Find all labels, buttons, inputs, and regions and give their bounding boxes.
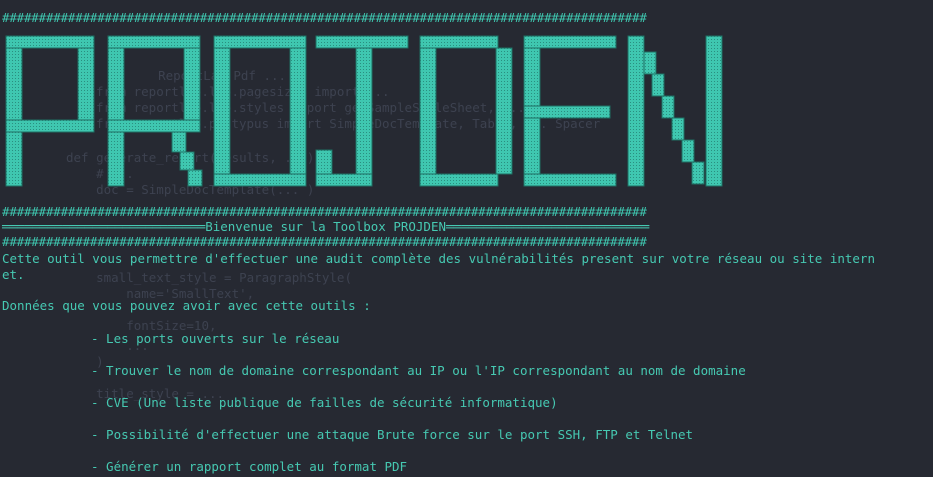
feature-item-brute-force: - Possibilité d'effectuer une attaque Br… bbox=[91, 427, 694, 442]
welcome-banner: ═══════════════════════════Bienvenue sur… bbox=[2, 219, 650, 234]
feature-item-cve: - CVE (Une liste publique de failles de … bbox=[91, 395, 558, 410]
features-heading: Données que vous pouvez avoir avec cette… bbox=[2, 298, 371, 313]
feature-item-open-ports: - Les ports ouverts sur le réseau bbox=[91, 331, 340, 346]
banner-letter-o bbox=[213, 35, 307, 187]
banner-letter-n bbox=[627, 35, 723, 187]
hash-separator-middle: ########################################… bbox=[2, 204, 647, 219]
feature-item-dns-lookup: - Trouver le nom de domaine correspondan… bbox=[91, 363, 746, 378]
terminal-output: ########################################… bbox=[0, 0, 933, 477]
banner-letter-e bbox=[523, 35, 617, 187]
banner-letter-r bbox=[107, 35, 203, 187]
banner-letter-j bbox=[315, 35, 409, 187]
hash-separator-bottom: ########################################… bbox=[2, 234, 647, 249]
intro-text-line-2: et. bbox=[2, 267, 25, 282]
banner-letter-d bbox=[419, 35, 513, 187]
hash-separator-top: ########################################… bbox=[2, 10, 647, 25]
projden-banner bbox=[0, 30, 740, 195]
banner-letter-p bbox=[5, 35, 95, 187]
projden-banner-art bbox=[5, 35, 723, 187]
feature-item-pdf-report: - Générer un rapport complet au format P… bbox=[91, 459, 408, 474]
intro-text-line-1: Cette outil vous permettre d'effectuer u… bbox=[2, 251, 875, 266]
